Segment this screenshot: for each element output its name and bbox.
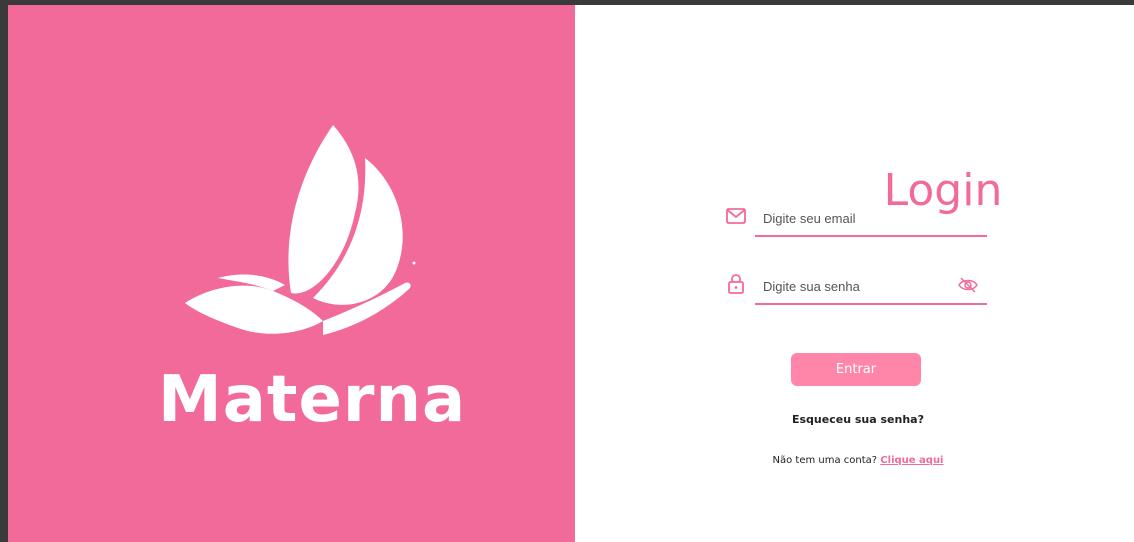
brand-panel: Materna (8, 5, 575, 542)
signup-link[interactable]: Clique aqui (880, 455, 943, 466)
signup-line: Não tem uma conta? Clique aqui (575, 455, 1134, 466)
password-input[interactable] (755, 273, 955, 299)
email-field (725, 205, 987, 237)
app-window: Materna Login Digite seu email Entrar Es… (8, 5, 1134, 542)
signup-prompt: Não tem uma conta? (772, 455, 878, 466)
email-input[interactable] (755, 205, 955, 231)
eye-off-icon[interactable] (957, 275, 979, 295)
login-panel: Login Entrar Esqueceu (575, 5, 1134, 542)
forgot-password-link[interactable]: Esqueceu sua senha? (575, 413, 1134, 426)
brand-name: Materna (158, 363, 467, 437)
mail-icon (726, 208, 746, 224)
butterfly-icon (185, 125, 416, 335)
login-button[interactable]: Entrar (791, 353, 921, 386)
email-underline (755, 235, 987, 237)
password-field (725, 273, 987, 305)
lock-icon (728, 274, 744, 294)
password-underline (755, 303, 987, 305)
